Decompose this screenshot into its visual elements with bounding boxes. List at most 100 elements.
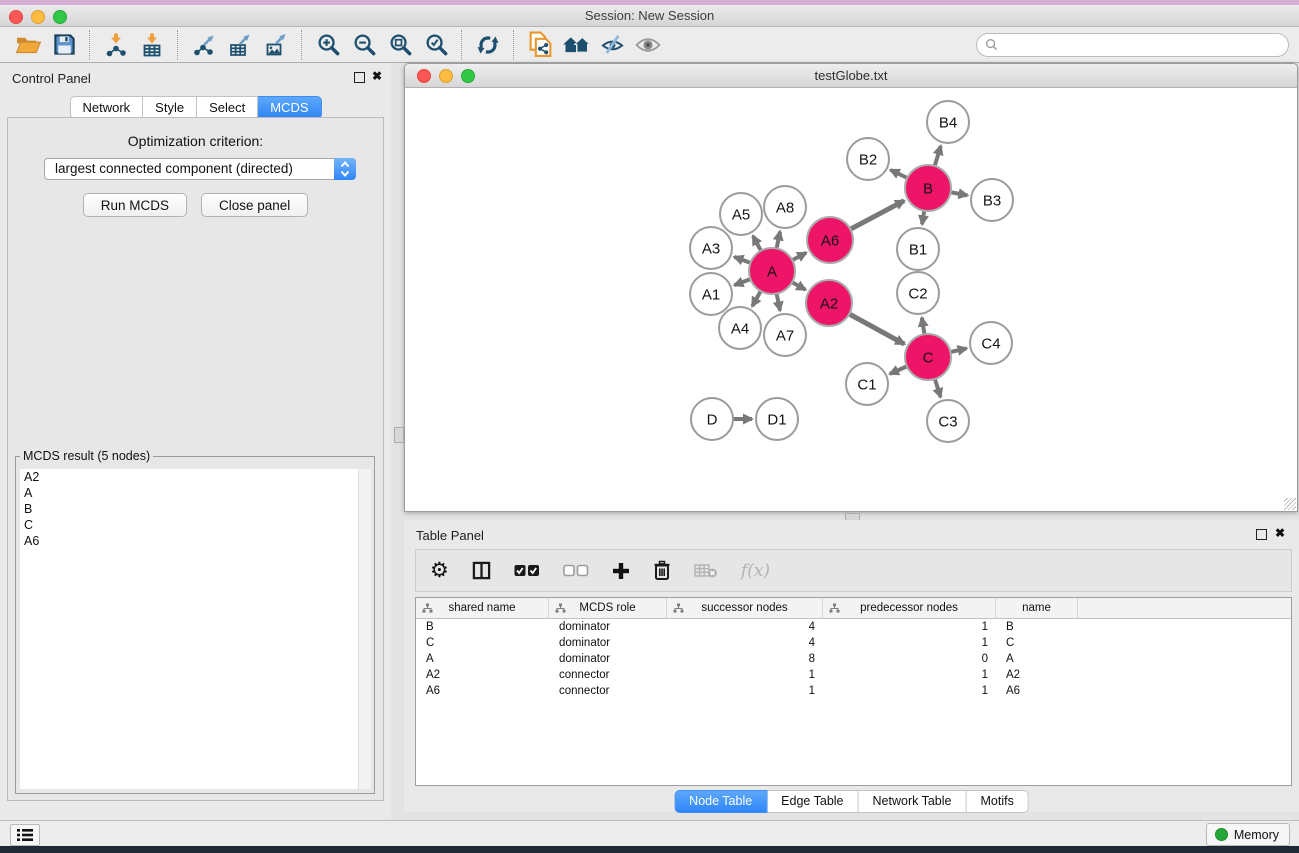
table-cell[interactable]: B (416, 621, 549, 633)
minimize-window-button[interactable] (31, 10, 45, 24)
result-scrollbar[interactable] (358, 469, 371, 789)
table-cell[interactable]: 1 (823, 621, 996, 633)
tab-node-table[interactable]: Node Table (674, 790, 767, 813)
task-history-button[interactable] (10, 824, 40, 846)
tab-select[interactable]: Select (197, 96, 258, 119)
graph-node-D1[interactable]: D1 (756, 398, 798, 440)
table-cell[interactable]: dominator (549, 621, 667, 633)
tab-mcds[interactable]: MCDS (258, 96, 321, 119)
birdseye-button[interactable] (630, 29, 666, 61)
table-cell[interactable]: dominator (549, 653, 667, 665)
graph-node-A1[interactable]: A1 (690, 273, 732, 315)
table-cell[interactable]: A2 (416, 669, 549, 681)
close-panel-icon[interactable]: ✖ (1275, 526, 1285, 540)
network-window-titlebar[interactable]: testGlobe.txt (405, 64, 1297, 88)
column-header[interactable]: name (996, 598, 1078, 618)
close-panel-icon[interactable]: ✖ (372, 69, 382, 83)
graph-node-B1[interactable]: B1 (897, 228, 939, 270)
search-field[interactable] (976, 33, 1289, 57)
graph-node-C[interactable]: C (905, 334, 951, 380)
table-cell[interactable]: 4 (667, 637, 823, 649)
table-cell[interactable]: connector (549, 685, 667, 697)
search-input[interactable] (1002, 37, 1280, 53)
copy-session-button[interactable] (522, 29, 558, 61)
add-row-button[interactable] (612, 562, 630, 580)
table-row[interactable]: Adominator80A (416, 651, 1291, 667)
delete-rows-button[interactable] (653, 560, 671, 581)
tab-motifs[interactable]: Motifs (966, 790, 1028, 813)
tab-network-table[interactable]: Network Table (859, 790, 967, 813)
graph-node-C3[interactable]: C3 (927, 400, 969, 442)
column-header[interactable]: shared name (416, 598, 549, 618)
column-header[interactable]: successor nodes (667, 598, 823, 618)
import-network-button[interactable] (98, 29, 134, 61)
run-mcds-button[interactable]: Run MCDS (83, 193, 187, 217)
table-cell[interactable]: 1 (667, 685, 823, 697)
network-minimize-button[interactable] (439, 69, 453, 83)
import-table-button[interactable] (134, 29, 170, 61)
float-panel-icon[interactable] (1256, 529, 1267, 540)
criterion-select[interactable]: largest connected component (directed) (44, 158, 356, 180)
save-session-button[interactable] (46, 29, 82, 61)
graph-node-B[interactable]: B (905, 165, 951, 211)
table-cell[interactable]: A6 (996, 685, 1078, 697)
table-cell[interactable]: 8 (667, 653, 823, 665)
graph-node-A3[interactable]: A3 (690, 227, 732, 269)
table-settings-button[interactable]: ⚙ (430, 561, 449, 581)
network-canvas[interactable]: AA1A2A3A4A5A6A7A8BB1B2B3B4CC1C2C3C4DD1 (405, 88, 1297, 511)
window-resize-grip[interactable] (1284, 498, 1296, 510)
result-item[interactable]: C (20, 517, 358, 533)
graph-node-C2[interactable]: C2 (897, 272, 939, 314)
table-cell[interactable]: A (996, 653, 1078, 665)
graph-node-A[interactable]: A (749, 248, 795, 294)
graph-node-B4[interactable]: B4 (927, 101, 969, 143)
open-session-button[interactable] (10, 29, 46, 61)
network-zoom-button[interactable] (461, 69, 475, 83)
column-header[interactable]: MCDS role (549, 598, 667, 618)
result-item[interactable]: B (20, 501, 358, 517)
export-network-button[interactable] (186, 29, 222, 61)
table-cell[interactable]: C (996, 637, 1078, 649)
table-cell[interactable]: 1 (823, 669, 996, 681)
graph-node-A2[interactable]: A2 (806, 280, 852, 326)
table-row[interactable]: Cdominator41C (416, 635, 1291, 651)
close-window-button[interactable] (9, 10, 23, 24)
table-cell[interactable]: A2 (996, 669, 1078, 681)
memory-button[interactable]: Memory (1206, 823, 1290, 846)
table-row[interactable]: A6connector11A6 (416, 683, 1291, 699)
tab-edge-table[interactable]: Edge Table (767, 790, 858, 813)
graph-node-C1[interactable]: C1 (846, 363, 888, 405)
graph-node-A4[interactable]: A4 (719, 307, 761, 349)
result-item[interactable]: A6 (20, 533, 358, 549)
vertical-divider-handle[interactable] (394, 427, 404, 443)
zoom-selected-button[interactable] (418, 29, 454, 61)
table-cell[interactable]: 0 (823, 653, 996, 665)
table-cell[interactable]: A (416, 653, 549, 665)
deselect-all-button[interactable] (563, 564, 589, 578)
table-cell[interactable]: 4 (667, 621, 823, 633)
graph-node-A8[interactable]: A8 (764, 186, 806, 228)
graph-node-B3[interactable]: B3 (971, 179, 1013, 221)
network-graph[interactable]: AA1A2A3A4A5A6A7A8BB1B2B3B4CC1C2C3C4DD1 (405, 88, 1297, 512)
table-cell[interactable]: C (416, 637, 549, 649)
network-close-button[interactable] (417, 69, 431, 83)
tab-style[interactable]: Style (143, 96, 197, 119)
table-row[interactable]: A2connector11A2 (416, 667, 1291, 683)
table-cell[interactable]: dominator (549, 637, 667, 649)
result-item[interactable]: A (20, 485, 358, 501)
main-titlebar[interactable]: Session: New Session (0, 5, 1299, 27)
float-panel-icon[interactable] (354, 72, 365, 83)
close-panel-button[interactable]: Close panel (201, 193, 308, 217)
home-button[interactable] (558, 29, 594, 61)
refresh-button[interactable] (470, 29, 506, 61)
table-cell[interactable]: 1 (823, 637, 996, 649)
zoom-fit-button[interactable] (382, 29, 418, 61)
split-columns-button[interactable] (472, 561, 491, 580)
table-cell[interactable]: connector (549, 669, 667, 681)
graph-node-D[interactable]: D (691, 398, 733, 440)
export-image-button[interactable] (258, 29, 294, 61)
result-item[interactable]: A2 (20, 469, 358, 485)
table-cell[interactable]: B (996, 621, 1078, 633)
graph-node-A7[interactable]: A7 (764, 314, 806, 356)
zoom-in-button[interactable] (310, 29, 346, 61)
